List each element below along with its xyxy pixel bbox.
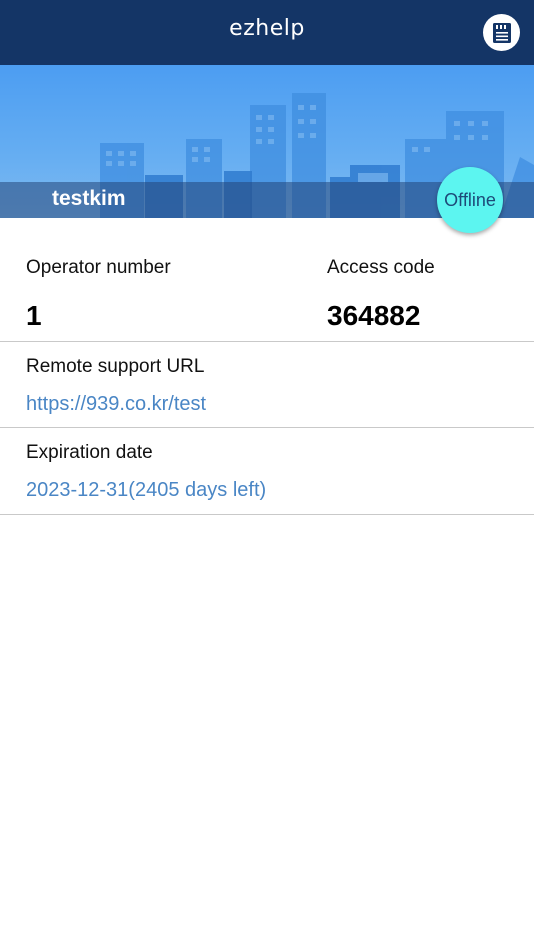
expiration-date-value: 2023-12-31(2405 days left): [26, 479, 267, 501]
remote-url-link[interactable]: https://939.co.kr/test: [26, 393, 206, 416]
expiration-date-label: Expiration date: [26, 442, 153, 463]
info-panel: Operator number 1 Access code 364882 Rem…: [0, 218, 534, 515]
operator-access-row: Operator number 1 Access code 364882: [0, 218, 534, 342]
access-code-value: 364882: [327, 300, 421, 331]
remote-url-label: Remote support URL: [26, 356, 205, 377]
operator-number-label: Operator number: [26, 257, 171, 278]
expiration-row: Expiration date 2023-12-31(2405 days lef…: [0, 428, 534, 515]
remote-url-row: Remote support URL https://939.co.kr/tes…: [0, 342, 534, 428]
document-menu-button[interactable]: [483, 14, 520, 51]
top-bar: ezhelp: [0, 0, 534, 65]
user-name: testkim: [52, 187, 126, 210]
app-title: ezhelp: [229, 16, 305, 41]
operator-number-value: 1: [26, 300, 42, 331]
document-icon: [492, 22, 511, 43]
access-code-label: Access code: [327, 257, 435, 278]
